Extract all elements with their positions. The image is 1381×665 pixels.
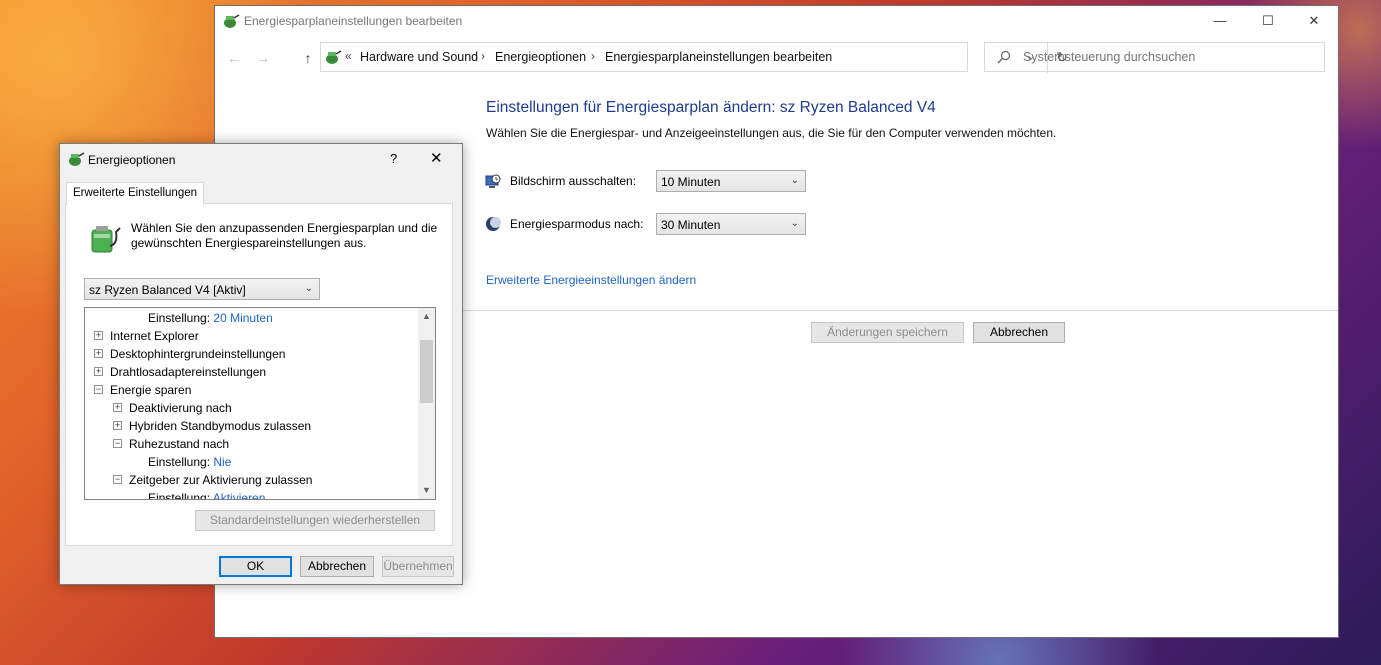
breadcrumb-separator[interactable]: ›: [591, 49, 595, 63]
title-bar[interactable]: Energiesparplaneinstellungen bearbeiten …: [215, 6, 1338, 36]
dialog-close-button[interactable]: ✕: [430, 149, 443, 167]
forward-button[interactable]: →: [253, 48, 273, 68]
collapse-icon[interactable]: −: [113, 439, 122, 448]
window-title: Energiesparplaneinstellungen bearbeiten: [244, 14, 463, 28]
tree-item-label: Deaktivierung nach: [129, 401, 232, 415]
plan-select[interactable]: sz Ryzen Balanced V4 [Aktiv] ⌄: [84, 278, 320, 300]
expand-icon[interactable]: +: [113, 421, 122, 430]
breadcrumb-current[interactable]: Energiesparplaneinstellungen bearbeiten: [605, 50, 832, 64]
close-button[interactable]: ✕: [1291, 6, 1337, 36]
power-options-icon: [326, 50, 342, 64]
cancel-button[interactable]: Abbrechen: [973, 322, 1065, 343]
plan-description: Wählen Sie den anzupassenden Energiespar…: [131, 221, 438, 250]
tree-item-label: Desktophintergrundeinstellungen: [110, 347, 286, 361]
breadcrumb-separator[interactable]: ›: [481, 49, 485, 63]
dialog-title: Energieoptionen: [88, 153, 176, 167]
scroll-down-icon[interactable]: ▼: [418, 482, 435, 499]
select-value: 30 Minuten: [661, 218, 721, 232]
back-button[interactable]: ←: [224, 48, 244, 68]
settings-tree[interactable]: Einstellung: 20 Minuten + Internet Explore…: [84, 307, 436, 500]
breadcrumb-energieoptionen[interactable]: Energieoptionen: [495, 50, 586, 64]
expand-icon[interactable]: +: [94, 331, 103, 340]
restore-defaults-button[interactable]: Standardeinstellungen wiederherstellen: [195, 510, 435, 531]
tree-item-label: Hybriden Standbymodus zulassen: [129, 419, 312, 433]
vertical-scrollbar[interactable]: ▲ ▼: [418, 308, 435, 499]
ok-button[interactable]: OK: [219, 556, 292, 577]
search-icon: [997, 50, 1011, 64]
tab-advanced-settings[interactable]: Erweiterte Einstellungen: [66, 182, 205, 205]
tree-item-label: Internet Explorer: [110, 329, 199, 343]
tree-item-value-link[interactable]: Aktivieren: [213, 491, 266, 499]
breadcrumb-overflow[interactable]: «: [345, 49, 352, 63]
tree-item-label: Zeitgeber zur Aktivierung zulassen: [129, 473, 313, 487]
up-button[interactable]: ↑: [298, 48, 318, 68]
expand-icon[interactable]: +: [94, 349, 103, 358]
save-changes-button[interactable]: Änderungen speichern: [811, 322, 964, 343]
address-bar[interactable]: « Hardware und Sound › Energieoptionen ›…: [320, 42, 1068, 73]
tree-item-label: Energie sparen: [110, 383, 192, 397]
expand-icon[interactable]: +: [113, 403, 122, 412]
page-subtitle: Wählen Sie die Energiespar- und Anzeigee…: [486, 126, 1057, 140]
tree-item-label: Drahtlosadaptereinstellungen: [110, 365, 267, 379]
dialog-cancel-button[interactable]: Abbrechen: [300, 556, 374, 577]
search-box[interactable]: [984, 42, 1325, 72]
monitor-clock-icon: [485, 174, 501, 188]
chevron-down-icon: ⌄: [304, 283, 313, 294]
advanced-settings-link[interactable]: Erweiterte Energieeinstellungen ändern: [486, 273, 696, 287]
help-button[interactable]: ?: [390, 151, 397, 166]
select-value: 10 Minuten: [661, 175, 721, 189]
moon-icon: [486, 217, 501, 231]
display-off-select[interactable]: 10 Minuten ⌄: [656, 170, 806, 192]
power-options-icon: [69, 152, 85, 166]
scroll-up-icon[interactable]: ▲: [418, 308, 435, 325]
setting-label: Energiesparmodus nach:: [510, 217, 644, 231]
chevron-down-icon: ⌄: [790, 175, 799, 186]
select-value: sz Ryzen Balanced V4 [Aktiv]: [89, 283, 246, 297]
address-row: ← → ↑ « Hardware und Sound › Energieopti…: [215, 42, 1338, 76]
sleep-select[interactable]: 30 Minuten ⌄: [656, 213, 806, 235]
tree-item-label: Einstellung:: [148, 311, 211, 325]
collapse-icon[interactable]: −: [94, 385, 103, 394]
power-options-icon: [224, 14, 240, 28]
scroll-thumb[interactable]: [420, 340, 433, 403]
breadcrumb-hardware-sound[interactable]: Hardware und Sound: [360, 50, 478, 64]
apply-button[interactable]: Übernehmen: [382, 556, 454, 577]
tree-item-value-link[interactable]: 20 Minuten: [213, 311, 272, 325]
tree-item-label: Einstellung:: [148, 455, 211, 469]
tree-item-label: Einstellung:: [148, 491, 211, 500]
power-options-dialog: Energieoptionen ? ✕ Erweiterte Einstellu…: [59, 143, 463, 585]
minimize-button[interactable]: —: [1197, 6, 1243, 36]
divider: [451, 310, 1338, 311]
tree-item-label: Ruhezustand nach: [129, 437, 230, 451]
maximize-button[interactable]: ☐: [1245, 6, 1291, 36]
tab-panel: Wählen Sie den anzupassenden Energiespar…: [65, 203, 453, 546]
collapse-icon[interactable]: −: [113, 475, 122, 484]
battery-plug-icon: [91, 226, 121, 253]
setting-label: Bildschirm ausschalten:: [510, 174, 637, 188]
expand-icon[interactable]: +: [94, 367, 103, 376]
search-input[interactable]: [1021, 49, 1315, 65]
page-title: Einstellungen für Energiesparplan ändern…: [486, 99, 936, 116]
chevron-down-icon: ⌄: [790, 218, 799, 229]
tree-item-value-link[interactable]: Nie: [213, 455, 231, 469]
